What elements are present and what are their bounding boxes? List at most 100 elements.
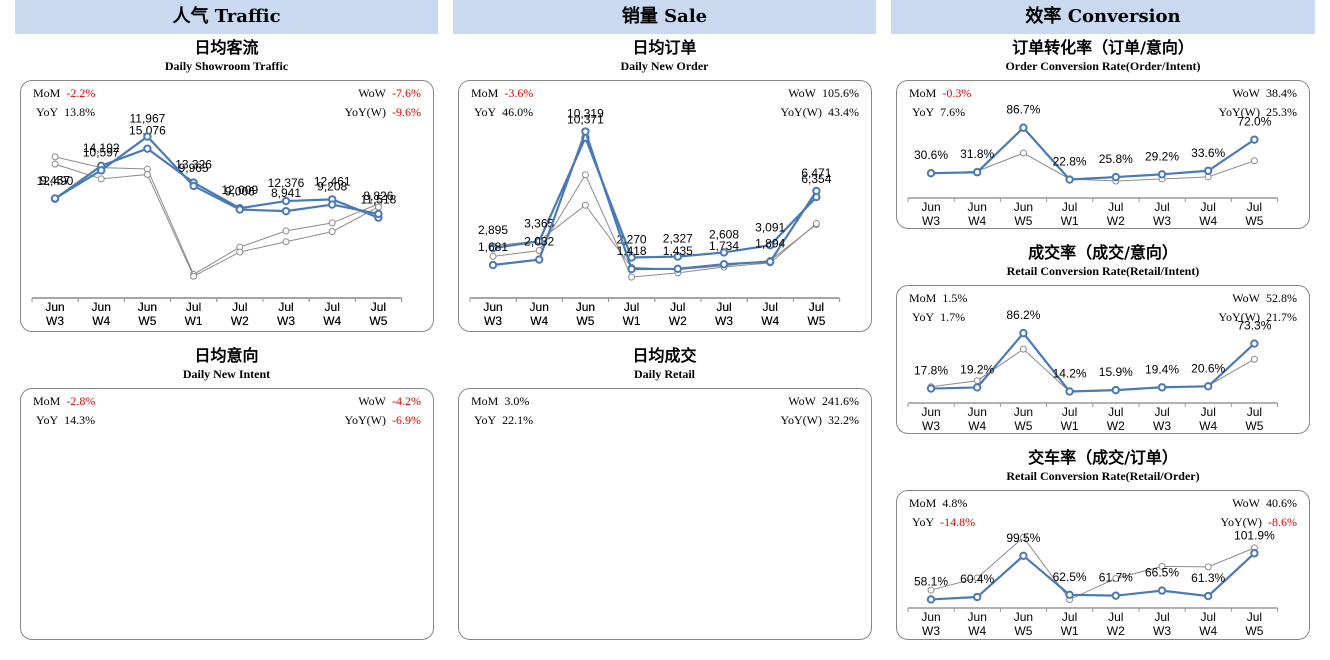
x-tick-label-week: W2 [669,314,687,328]
x-tick-label-week: W3 [1153,624,1171,638]
x-tick-label-month: Jul [1062,405,1077,419]
data-point-current [673,264,683,274]
section-header-conversion: 效率 Conversion [891,0,1315,34]
data-label: 6,471 [801,166,831,180]
x-tick-label-week: W2 [1107,624,1125,638]
x-tick-label-week: W3 [1153,214,1171,228]
x-tick-label-month: Jun [45,300,64,314]
data-label: 62.5% [1053,570,1087,584]
line-chart: JunW3JunW4JunW5JulW1JulW2JulW3JulW4JulW5… [31,112,403,328]
x-tick-label-month: Jul [1108,405,1123,419]
x-tick-label-week: W3 [277,314,295,328]
x-tick-label-month: Jul [1201,610,1216,624]
x-tick-label-week: W2 [1107,214,1125,228]
x-tick-label-week: W2 [231,314,249,328]
title-cn: 日均客流 [194,38,259,57]
x-tick-label-month: Jul [1247,610,1262,624]
data-point-comparison [812,219,820,227]
data-point-current [1065,387,1074,396]
x-tick-label-week: W1 [185,314,203,328]
title-cn: 日均意向 [194,346,259,365]
data-point-comparison [628,273,636,281]
x-tick-label-week: W5 [1014,624,1032,638]
x-tick-label-week: W1 [623,314,641,328]
line-chart: JunW3JunW4JunW5JulW1JulW2JulW3JulW4JulW5… [907,103,1279,228]
data-label: 86.7% [1006,103,1040,117]
data-label: 31.8% [960,147,994,161]
x-tick-label-week: W4 [92,314,110,328]
data-point-current [1157,586,1167,595]
data-label: 1,734 [709,239,739,253]
x-tick-label-month: Jun [921,405,940,419]
x-tick-label-week: W1 [1061,419,1079,433]
chart-panel-order: MoM -3.6% YoY 46.0% WoW 105.6% YoY(W) 43.4% Jun W… [458,80,872,332]
x-tick-label-week: W5 [1245,419,1263,433]
data-label: 9,965 [179,161,209,175]
x-tick-label-week: W1 [1061,624,1079,638]
data-label: 61.3% [1191,571,1225,585]
x-tick-label-week: W4 [1199,214,1217,228]
data-label: 14.2% [1053,366,1087,380]
line-chart: JunW3JunW4JunW5JulW1JulW2JulW3JulW4JulW5… [907,528,1279,638]
data-point-current [1111,385,1121,395]
title-cn: 日均成交 [632,346,697,365]
data-point-comparison [489,252,497,260]
data-label: 29.2% [1145,149,1179,163]
x-tick-label-month: Jul [624,300,639,314]
data-label: 66.5% [1145,566,1179,580]
x-tick-label-week: W5 [1014,214,1032,228]
x-tick-label-week: W4 [530,314,548,328]
data-label: 1,418 [617,244,647,258]
title-en: Daily Retail [634,367,695,381]
chart-title-intent: 日均意向 Daily New Intent [15,346,438,381]
x-tick-label-week: W3 [46,314,64,328]
data-point-comparison [190,272,198,280]
x-tick-label-week: W3 [922,624,940,638]
data-point-current [812,186,821,196]
data-label: 72.0% [1237,115,1271,129]
x-tick-label-month: Jul [1154,405,1169,419]
x-tick-label-week: W4 [761,314,779,328]
x-tick-label-week: W2 [1107,419,1125,433]
section-header-sale: 销量 Sale [453,0,876,34]
data-point-comparison [282,238,290,246]
x-tick-label-month: Jul [763,300,778,314]
chart-title-retail-order: 交车率（成交/订单） Retail Conversion Rate(Retail… [891,450,1315,483]
x-tick-label-month: Jun [968,610,987,624]
data-point-comparison [97,175,105,183]
data-label: 60.4% [960,572,994,586]
data-point-comparison [236,248,244,256]
data-point-current [926,595,936,604]
data-point-current [374,209,383,219]
x-tick-label-month: Jun [576,300,595,314]
data-point-current [1019,123,1028,132]
data-label: 1,435 [663,244,693,258]
data-label: 2,032 [524,235,554,249]
data-point-current [627,264,636,274]
data-point-comparison [143,170,151,178]
data-point-current [189,181,198,191]
x-tick-label-week: W4 [968,624,986,638]
data-label: 10,597 [83,145,120,159]
x-tick-label-week: W3 [484,314,502,328]
x-tick-label-week: W5 [576,314,594,328]
x-tick-label-month: Jun [968,200,987,214]
x-tick-label-month: Jun [1014,405,1033,419]
data-point-current [1204,166,1213,175]
data-label: 86.2% [1006,308,1040,322]
data-point-current [143,132,152,141]
x-tick-label-week: W4 [1199,624,1217,638]
data-label: 2,895 [478,223,508,237]
chart-panel-retail-intent: MoM 1.5% YoY 1.7% WoW 52.8% YoY(W) 21.7% Jun W3 Ju… [896,285,1310,434]
x-tick-label-month: Jul [809,300,824,314]
x-tick-label-month: Jul [716,300,731,314]
data-point-current [1250,549,1259,558]
data-point-current [1111,591,1121,600]
data-label: 101.9% [1234,528,1275,542]
data-point-current [1111,172,1121,182]
data-label: 30.6% [914,148,948,162]
chart-title-traffic: 日均客流 Daily Showroom Traffic [15,38,438,73]
title-en: Retail Conversion Rate(Retail/Order) [1006,469,1200,483]
title-cn: 订单转化率（订单/意向） [1012,38,1194,57]
x-tick-label-month: Jul [1062,200,1077,214]
